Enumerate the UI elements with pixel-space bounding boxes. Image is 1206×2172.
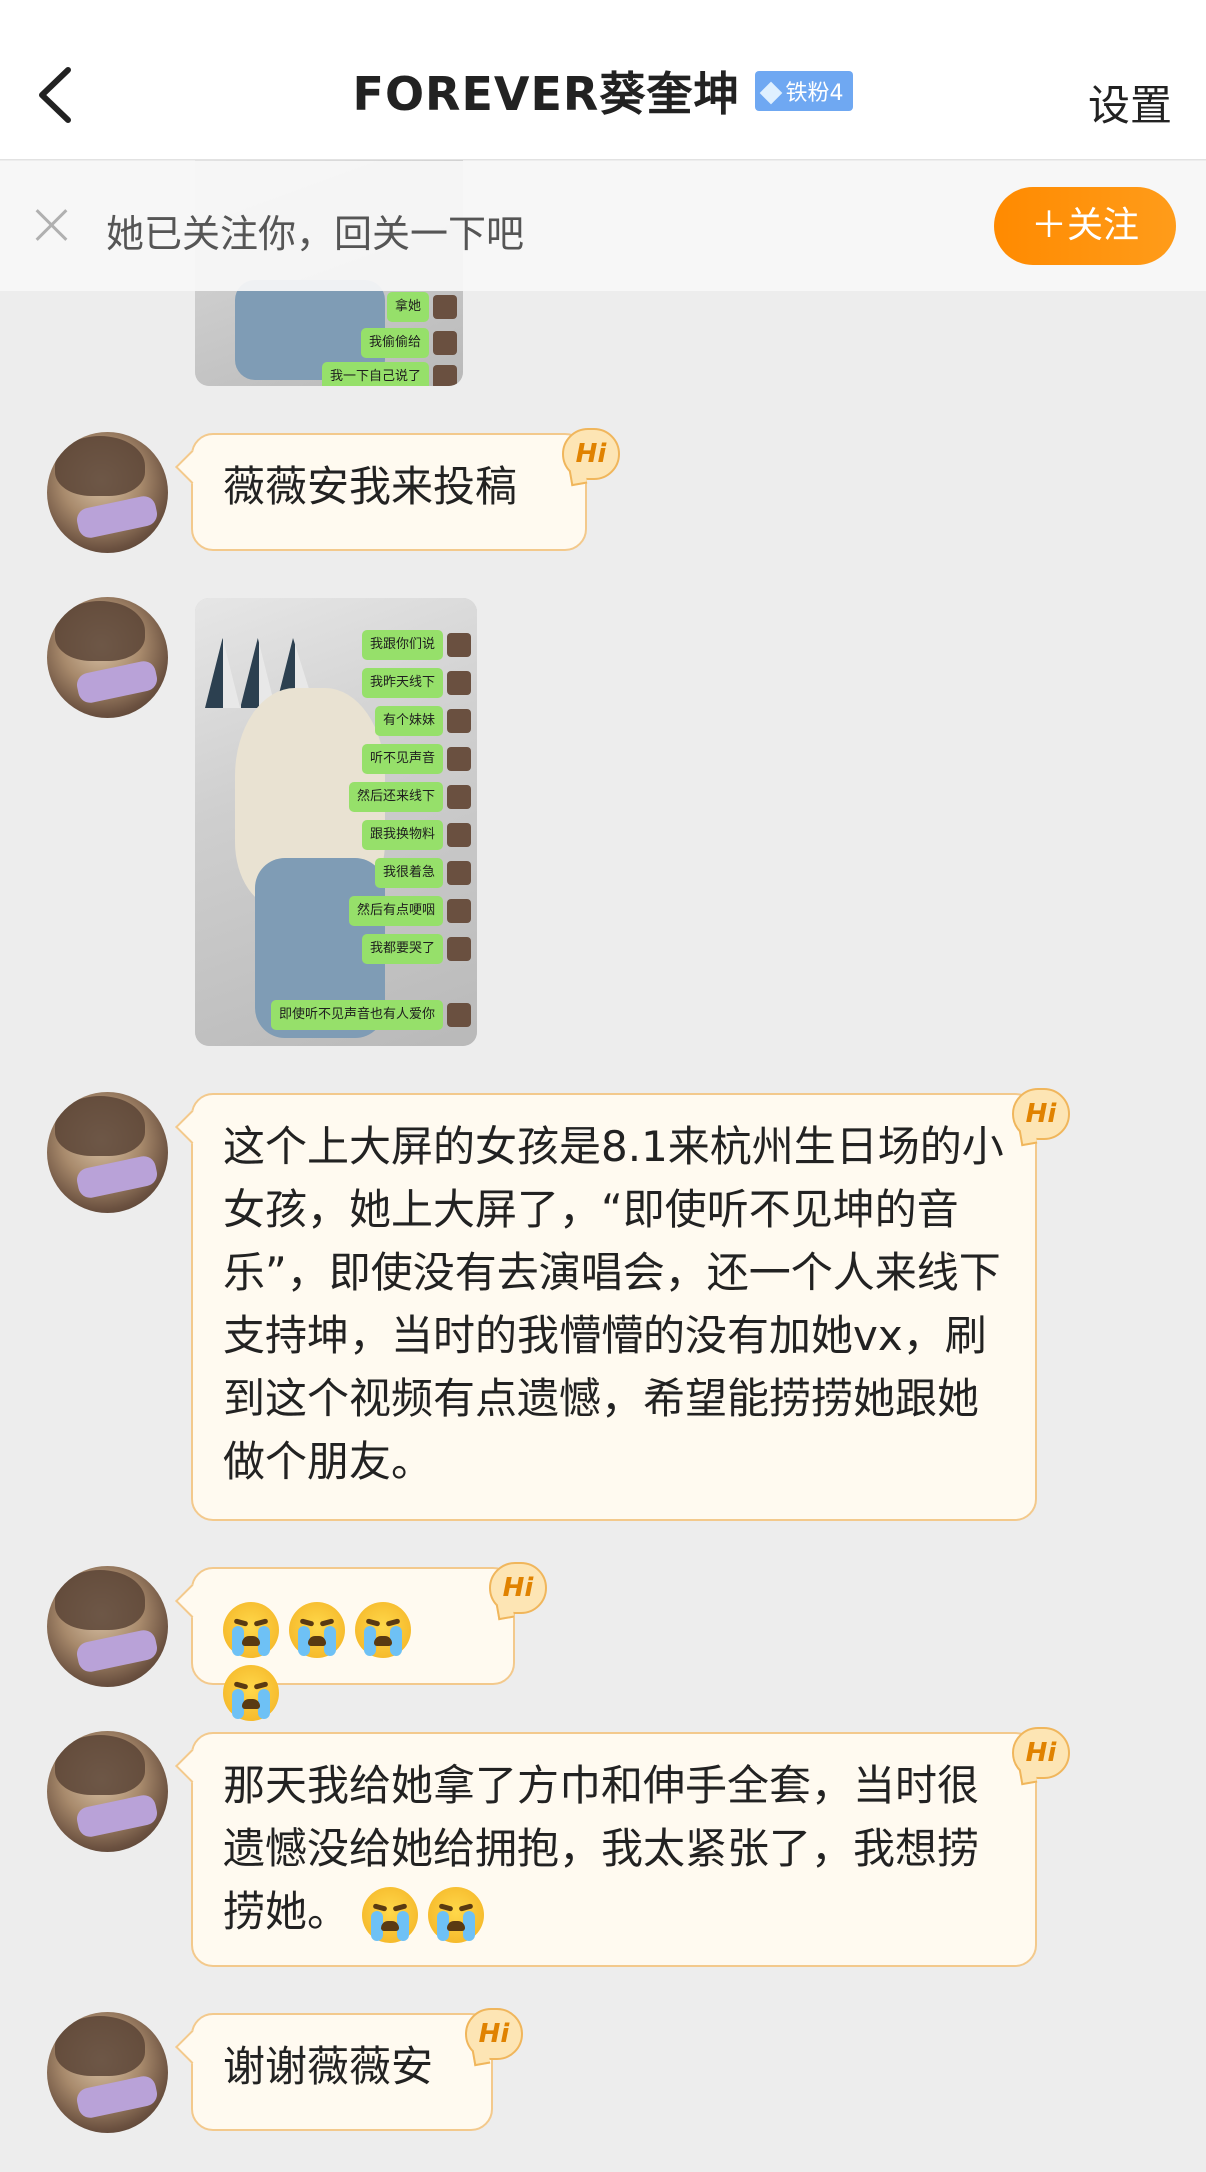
image-chat-bubble: 然后还来线下 bbox=[348, 782, 443, 812]
message-bubble[interactable] bbox=[191, 1567, 515, 1721]
message-bubble[interactable]: 这个上大屏的女孩是8.1来杭州生日场的小女孩，她上大屏了，“即使听不见坤的音乐”… bbox=[191, 1093, 1037, 1521]
image-chat-bubble: 跟我换物料 bbox=[361, 820, 443, 850]
image-chat-avatar bbox=[447, 785, 471, 809]
page-title: FOREVER葵奎坤 bbox=[352, 67, 741, 121]
sender-avatar[interactable] bbox=[47, 2012, 168, 2133]
hi-badge: Hi bbox=[465, 2008, 523, 2060]
image-chat-bubble: 我跟你们说 bbox=[361, 630, 443, 660]
image-chat-avatar bbox=[433, 295, 457, 319]
sender-avatar[interactable] bbox=[47, 1092, 168, 1213]
message-bubble[interactable]: 薇薇安我来投稿 bbox=[191, 433, 587, 551]
image-chat-bubble: 我很着急 bbox=[374, 858, 443, 888]
sender-avatar[interactable] bbox=[47, 1566, 168, 1687]
crying-face-emoji-icon bbox=[428, 1886, 485, 1943]
sender-avatar[interactable] bbox=[47, 1731, 168, 1852]
image-chat-avatar bbox=[447, 823, 471, 847]
header: FOREVER葵奎坤 铁粉4 设置 bbox=[0, 0, 1206, 160]
follow-back-text: 她已关注你，回关一下吧 bbox=[106, 212, 525, 256]
message-text: 谢谢薇薇安 bbox=[223, 2042, 434, 2091]
crying-face-emoji-icon bbox=[223, 1601, 279, 1658]
message-text: 薇薇安我来投稿 bbox=[223, 462, 518, 511]
image-chat-avatar bbox=[447, 899, 471, 923]
title-container: FOREVER葵奎坤 铁粉4 bbox=[0, 58, 1206, 124]
image-chat-bubble: 即使听不见声音也有人爱你 bbox=[270, 1000, 443, 1030]
image-chat-avatar bbox=[447, 747, 471, 771]
crying-emoji-row bbox=[362, 1886, 494, 1943]
image-chat-bubble: 听不见声音 bbox=[361, 744, 443, 774]
crying-face-emoji-icon bbox=[355, 1601, 411, 1658]
image-chat-avatar bbox=[447, 1003, 471, 1027]
image-chat-bubble: 我昨天线下 bbox=[361, 668, 443, 698]
image-chat-bubble: 我偷偷给 bbox=[360, 328, 429, 358]
image-chat-avatar bbox=[447, 709, 471, 733]
crying-emoji-row bbox=[223, 1601, 421, 1721]
image-chat-bubble: 拿她 bbox=[386, 292, 429, 322]
image-chat-avatar bbox=[447, 937, 471, 961]
image-chat-avatar bbox=[447, 671, 471, 695]
chat-area: 拿她 我偷偷给 我一下自己说了 薇薇安我来投稿 Hi 我跟你们说 我昨天线下 有… bbox=[0, 0, 1206, 2172]
crying-face-emoji-icon bbox=[223, 1664, 279, 1721]
hi-badge: Hi bbox=[489, 1562, 547, 1614]
sender-avatar[interactable] bbox=[47, 597, 168, 718]
image-chat-avatar bbox=[447, 633, 471, 657]
diamond-icon bbox=[760, 81, 783, 105]
hi-badge: Hi bbox=[562, 428, 620, 480]
image-chat-bubble: 然后有点哽咽 bbox=[348, 896, 443, 926]
sender-avatar[interactable] bbox=[47, 432, 168, 553]
image-chat-bubble: 我都要哭了 bbox=[361, 934, 443, 964]
image-chat-bubble: 我一下自己说了 bbox=[321, 362, 429, 386]
message-text: 这个上大屏的女孩是8.1来杭州生日场的小女孩，她上大屏了，“即使听不见坤的音乐”… bbox=[223, 1122, 1004, 1486]
hi-badge: Hi bbox=[1012, 1088, 1070, 1140]
follow-back-banner: 她已关注你，回关一下吧 ＋关注 bbox=[0, 161, 1206, 291]
settings-button[interactable]: 设置 bbox=[1088, 72, 1172, 133]
image-chat-avatar bbox=[433, 331, 457, 355]
close-icon[interactable] bbox=[34, 207, 70, 243]
message-text: 那天我给她拿了方巾和伸手全套，当时很遗憾没给她给拥抱，我太紧张了，我想捞捞她。 bbox=[223, 1761, 980, 1936]
image-chat-bubble: 有个妹妹 bbox=[374, 706, 443, 736]
fan-level-label: 铁粉4 bbox=[785, 81, 844, 106]
message-bubble[interactable]: 谢谢薇薇安 bbox=[191, 2013, 493, 2131]
crying-face-emoji-icon bbox=[362, 1886, 419, 1943]
fan-level-badge: 铁粉4 bbox=[755, 71, 854, 111]
chat-image[interactable]: 我跟你们说 我昨天线下 有个妹妹 听不见声音 然后还来线下 跟我换物料 我很着急… bbox=[195, 598, 477, 1046]
follow-button[interactable]: ＋关注 bbox=[994, 187, 1176, 265]
hi-badge: Hi bbox=[1012, 1727, 1070, 1779]
image-chat-avatar bbox=[433, 365, 457, 386]
image-chat-avatar bbox=[447, 861, 471, 885]
crying-face-emoji-icon bbox=[289, 1601, 345, 1658]
message-bubble[interactable]: 那天我给她拿了方巾和伸手全套，当时很遗憾没给她给拥抱，我太紧张了，我想捞捞她。 bbox=[191, 1732, 1037, 1967]
